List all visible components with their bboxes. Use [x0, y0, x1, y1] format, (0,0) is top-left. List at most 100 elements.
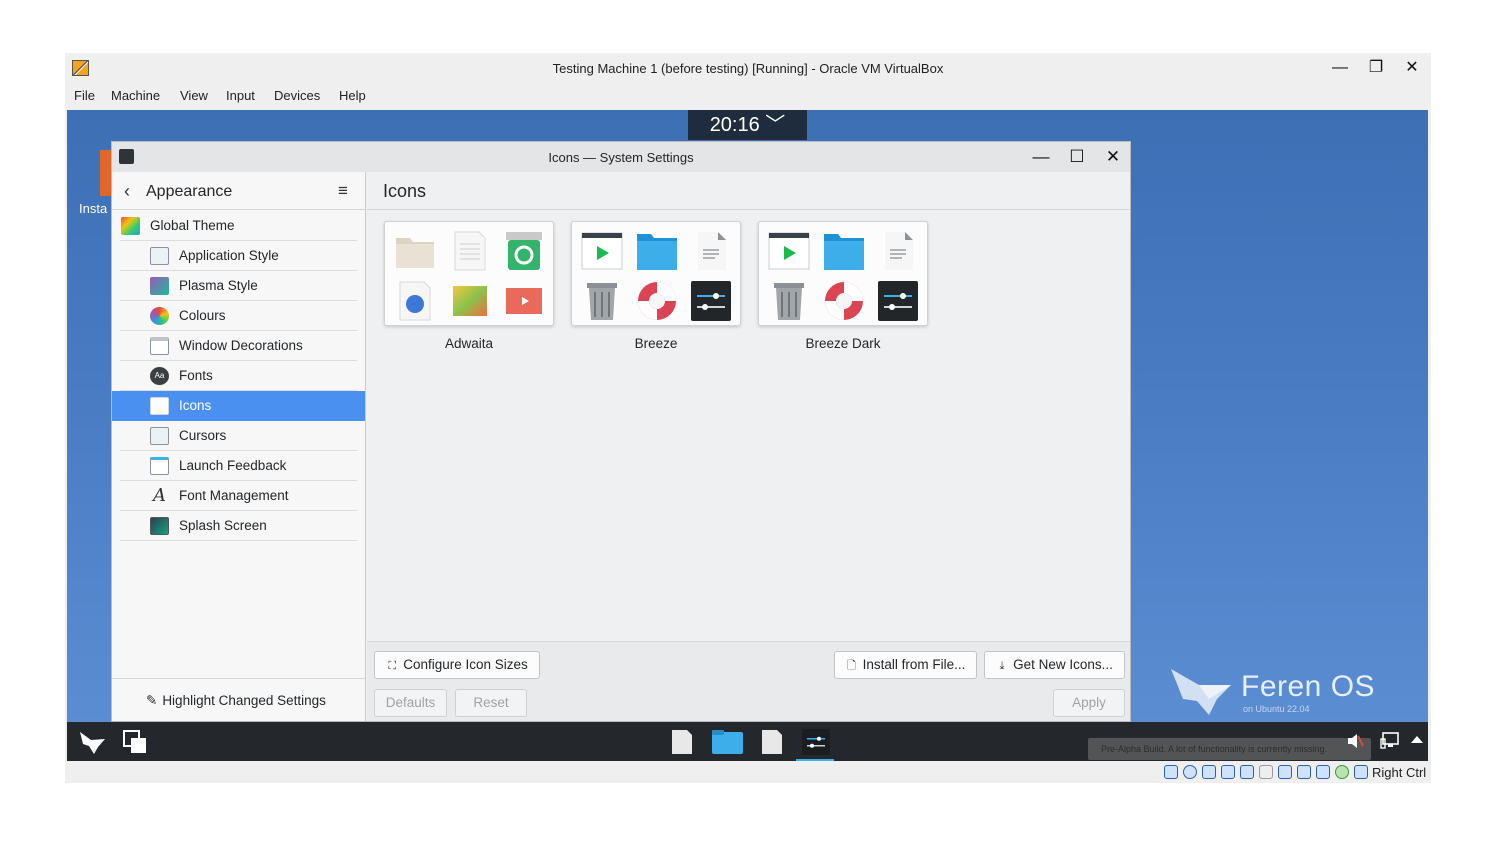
image-file-icon — [453, 286, 487, 316]
global-theme-icon — [121, 217, 140, 235]
settings-maximize-button[interactable]: ☐ — [1067, 147, 1087, 167]
fonts-icon: Aa — [150, 367, 169, 385]
settings-content: Icons Adwaita Breeze Breeze Dark ⛶ Confi… — [367, 172, 1130, 721]
sidebar-item-label: Plasma Style — [179, 278, 258, 293]
trash-icon — [587, 283, 617, 320]
sidebar-item-label: Global Theme — [150, 218, 235, 233]
volume-muted-icon[interactable] — [1346, 732, 1364, 750]
sidebar-item-font-management[interactable]: A Font Management — [112, 481, 365, 511]
taskbar-system-settings-icon[interactable] — [802, 729, 830, 755]
theme-card-adwaita[interactable] — [384, 221, 554, 326]
menu-file[interactable]: File — [74, 88, 95, 103]
install-from-file-button[interactable]: 🗋 Install from File... — [834, 651, 977, 679]
menu-view[interactable]: View — [180, 88, 208, 103]
sidebar-item-colours[interactable]: Colours — [112, 301, 365, 331]
sidebar-header: ‹ Appearance ≡ — [112, 172, 365, 210]
get-new-icons-button[interactable]: ⤓ Get New Icons... — [984, 651, 1125, 679]
trash-icon — [774, 283, 804, 320]
settings-minimize-button[interactable]: — — [1031, 147, 1051, 167]
recording-status-icon[interactable] — [1297, 765, 1311, 779]
minimize-button[interactable]: — — [1330, 59, 1350, 77]
brand-subtitle: on Ubuntu 22.04 — [1243, 704, 1310, 714]
brand-name: Feren OS — [1241, 670, 1376, 703]
menu-input[interactable]: Input — [226, 88, 255, 103]
sidebar-item-label: Cursors — [179, 428, 227, 443]
icons-icon — [150, 397, 169, 415]
virtualbox-titlebar: Testing Machine 1 (before testing) [Runn… — [65, 53, 1431, 83]
system-settings-icon — [878, 281, 918, 321]
network-icon[interactable] — [1380, 732, 1400, 750]
sidebar-item-splash-screen[interactable]: Splash Screen — [112, 511, 365, 541]
sidebar-item-label: Font Management — [179, 488, 289, 503]
mouse-integration-status-icon[interactable] — [1354, 765, 1368, 779]
virtualbox-window-title: Testing Machine 1 (before testing) [Runn… — [552, 61, 944, 76]
theme-card-breeze-dark[interactable] — [758, 221, 928, 326]
cursors-icon — [150, 427, 169, 445]
sidebar-item-icons[interactable]: Icons — [112, 391, 365, 421]
tray-expand-arrow-icon[interactable] — [1410, 734, 1424, 746]
get-new-icons-label: Get New Icons... — [1013, 657, 1113, 672]
taskbar-text-editor-icon[interactable] — [760, 729, 784, 755]
blue-folder-icon — [637, 234, 677, 270]
network-status-icon[interactable] — [1221, 765, 1235, 779]
install-from-file-label: Install from File... — [862, 657, 966, 672]
theme-name-breeze: Breeze — [634, 336, 678, 351]
audio-status-icon[interactable] — [1202, 765, 1216, 779]
configure-icon-sizes-label: Configure Icon Sizes — [403, 657, 528, 672]
sidebar-item-window-decorations[interactable]: Window Decorations — [112, 331, 365, 361]
icon-theme-grid: Adwaita Breeze Breeze Dark — [367, 210, 1130, 641]
hamburger-menu-icon[interactable]: ≡ — [338, 181, 348, 201]
video-file-icon — [506, 288, 542, 314]
menu-devices[interactable]: Devices — [274, 88, 320, 103]
hard-disk-status-icon[interactable] — [1164, 765, 1178, 779]
usb-status-icon[interactable] — [1240, 765, 1254, 779]
menu-machine[interactable]: Machine — [111, 88, 160, 103]
sidebar-item-cursors[interactable]: Cursors — [112, 421, 365, 451]
download-icon: ⤓ — [999, 660, 1005, 672]
cpu-status-icon[interactable] — [1335, 765, 1349, 779]
sidebar-item-label: Fonts — [179, 368, 213, 383]
virtualization-status-icon[interactable] — [1316, 765, 1330, 779]
show-desktop-icon[interactable] — [123, 730, 147, 754]
back-arrow-icon[interactable]: ‹ — [124, 181, 130, 202]
settings-close-button[interactable]: ✕ — [1103, 147, 1123, 167]
plasma-style-icon — [150, 277, 169, 295]
close-button[interactable]: ✕ — [1402, 59, 1422, 77]
maximize-button[interactable]: ❐ — [1366, 59, 1386, 77]
reset-button[interactable]: Reset — [455, 689, 527, 717]
sidebar-item-label: Window Decorations — [179, 338, 303, 353]
highlight-changed-settings-label: Highlight Changed Settings — [162, 693, 326, 708]
system-settings-window: Icons — System Settings — ☐ ✕ ‹ Appearan… — [111, 141, 1131, 722]
display-status-icon[interactable] — [1278, 765, 1292, 779]
active-task-indicator — [796, 759, 834, 761]
sidebar-category-title: Appearance — [146, 183, 233, 200]
theme-card-breeze[interactable] — [571, 221, 741, 326]
start-menu-bird-icon[interactable] — [79, 729, 107, 755]
sidebar-item-launch-feedback[interactable]: Launch Feedback — [112, 451, 365, 481]
defaults-button[interactable]: Defaults — [374, 689, 447, 717]
feren-bird-logo-icon — [1171, 669, 1231, 715]
apply-button[interactable]: Apply — [1053, 689, 1125, 717]
clock-widget[interactable]: 20:16 ﹀ — [688, 110, 807, 140]
taskbar-document-icon[interactable] — [670, 729, 694, 755]
document-import-icon: 🗋 — [847, 660, 857, 672]
help-lifebuoy-icon — [825, 282, 863, 320]
sidebar-item-application-style[interactable]: Application Style — [112, 241, 365, 271]
pencil-icon: ✎ — [146, 693, 158, 708]
sidebar-item-plasma-style[interactable]: Plasma Style — [112, 271, 365, 301]
theme-name-breeze-dark: Breeze Dark — [805, 336, 881, 351]
sidebar-item-fonts[interactable]: Aa Fonts — [112, 361, 365, 391]
sidebar-item-global-theme[interactable]: Global Theme — [112, 211, 365, 241]
optical-drive-status-icon[interactable] — [1183, 765, 1197, 779]
colours-icon — [150, 307, 169, 325]
configure-icon-sizes-button[interactable]: ⛶ Configure Icon Sizes — [374, 651, 540, 679]
folder-icon — [396, 238, 434, 268]
sidebar-item-label: Colours — [179, 308, 226, 323]
taskbar-file-manager-icon[interactable] — [712, 729, 743, 755]
menu-help[interactable]: Help — [339, 88, 366, 103]
shared-folders-status-icon[interactable] — [1259, 765, 1273, 779]
media-player-icon — [581, 232, 623, 270]
taskbar: Pre-Alpha Build. A lot of functionality … — [67, 722, 1428, 761]
highlight-changed-settings-button[interactable]: ✎ Highlight Changed Settings — [146, 693, 326, 709]
sidebar-item-label: Launch Feedback — [179, 458, 287, 473]
